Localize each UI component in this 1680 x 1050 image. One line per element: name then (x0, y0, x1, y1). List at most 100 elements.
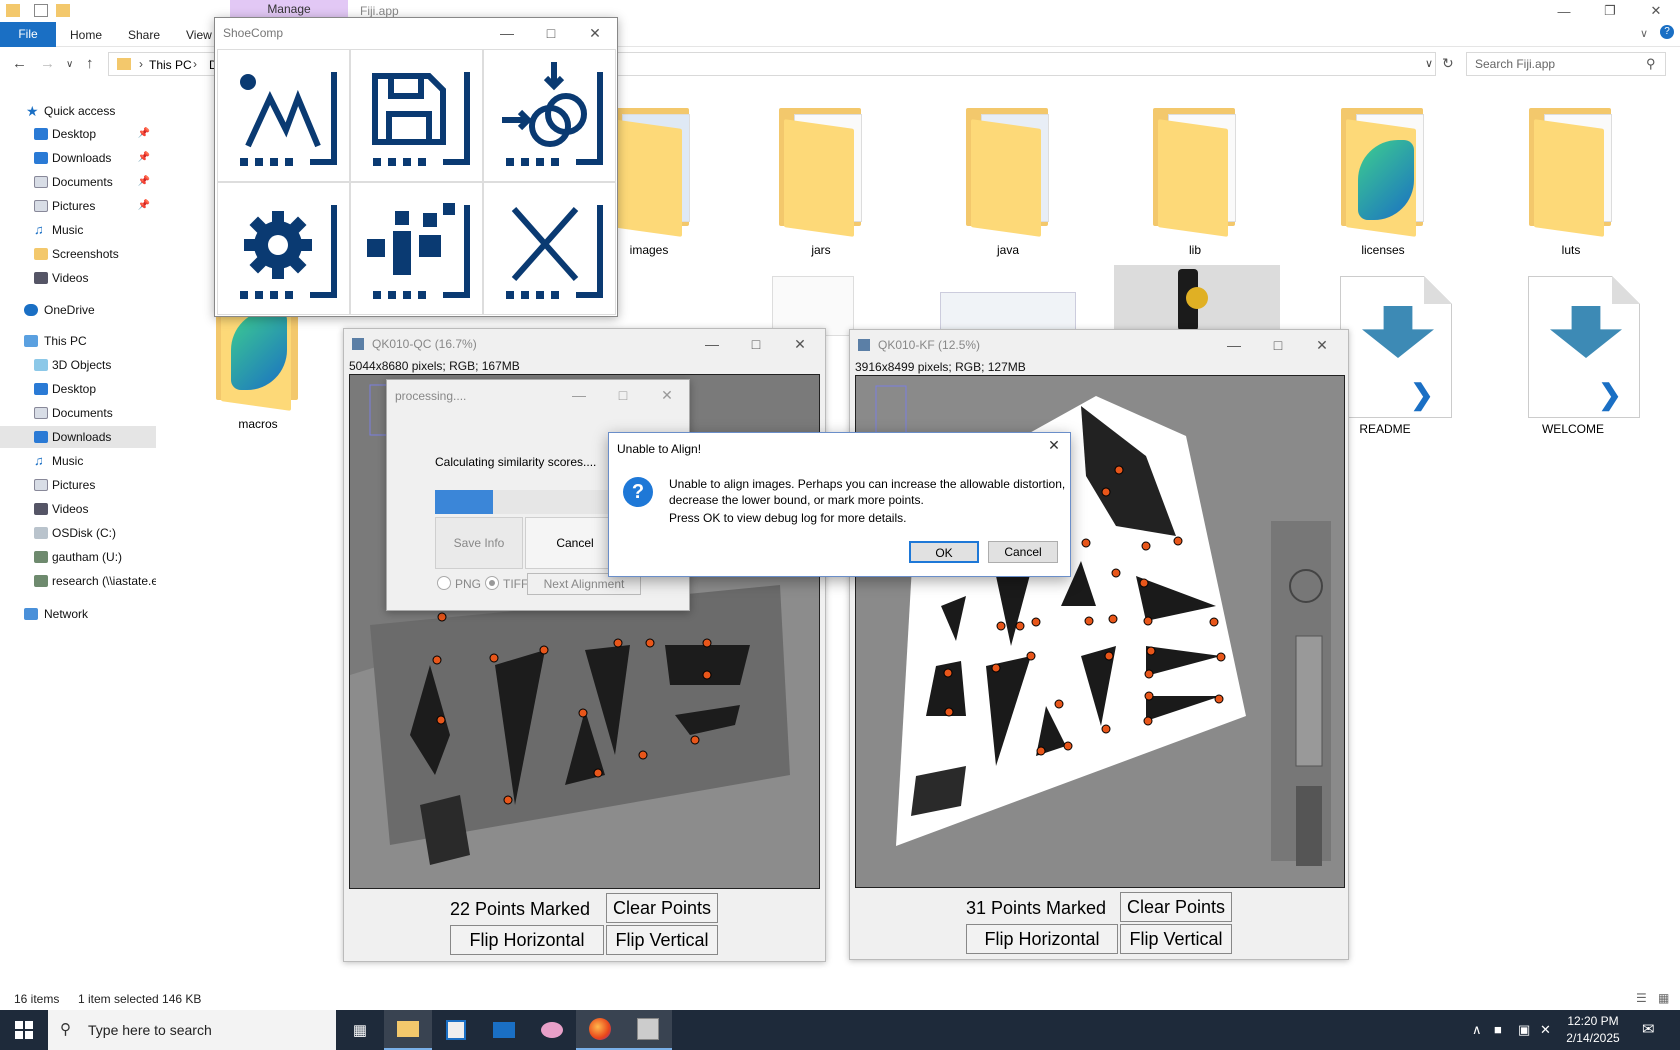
notifications-icon[interactable]: ✉ (1642, 1020, 1655, 1038)
selected-file-thumbnail[interactable] (1114, 265, 1280, 336)
point-marker[interactable] (1101, 724, 1111, 734)
minimize-button[interactable]: — (485, 18, 529, 48)
taskbar-firefox[interactable] (576, 1010, 624, 1050)
restore-button[interactable]: ❐ (1587, 0, 1633, 22)
point-marker[interactable] (1015, 621, 1025, 631)
mark-points-tool[interactable] (217, 49, 350, 182)
search-input[interactable]: Search Fiji.app (1466, 52, 1666, 76)
taskbar-fiji[interactable] (624, 1010, 672, 1050)
nav-quick-screenshots[interactable]: Screenshots (0, 243, 156, 265)
tiff-radio[interactable] (485, 576, 499, 590)
start-button[interactable] (0, 1010, 48, 1050)
network-tray-icon[interactable]: ▣ (1518, 1022, 1530, 1038)
point-marker[interactable] (1141, 541, 1151, 551)
details-view-icon[interactable]: ☰ (1636, 991, 1647, 1005)
minimize-button[interactable]: — (1541, 0, 1587, 22)
align-tool[interactable] (483, 49, 616, 182)
clear-points-button[interactable]: Clear Points (606, 893, 718, 923)
flip-vertical-button[interactable]: Flip Vertical (1120, 924, 1232, 954)
folder-lib[interactable]: lib (1120, 100, 1270, 265)
tray-expand-icon[interactable]: ∧ (1472, 1022, 1482, 1038)
point-marker[interactable] (1054, 699, 1064, 709)
point-marker[interactable] (944, 707, 954, 717)
nav-quick-videos[interactable]: Videos (0, 267, 156, 289)
breadcrumb-this-pc[interactable]: This PC (149, 58, 192, 72)
nav-pc-videos[interactable]: Videos (0, 498, 156, 520)
point-marker[interactable] (1111, 568, 1121, 578)
file-thumbnail[interactable] (772, 276, 854, 336)
nav-pc-downloads[interactable]: Downloads (0, 426, 156, 448)
point-marker[interactable] (613, 638, 623, 648)
taskbar-mail[interactable] (480, 1010, 528, 1050)
close-button[interactable]: ✕ (1300, 330, 1344, 360)
point-marker[interactable] (437, 612, 447, 622)
point-marker[interactable] (1101, 487, 1111, 497)
settings-tool[interactable] (217, 182, 350, 315)
nav-quick-downloads[interactable]: Downloads 📌 (0, 147, 156, 169)
point-marker[interactable] (1108, 614, 1118, 624)
large-icons-view-icon[interactable]: ▦ (1658, 991, 1669, 1005)
point-marker[interactable] (489, 653, 499, 663)
maximize-button[interactable]: □ (734, 329, 778, 359)
refresh-icon[interactable]: ↻ (1442, 55, 1454, 72)
folder-licenses[interactable]: licenses (1308, 100, 1458, 265)
save-tool[interactable] (350, 49, 483, 182)
manage-tab[interactable]: Manage (230, 0, 348, 18)
new-folder-icon[interactable] (56, 4, 70, 17)
minimize-button[interactable]: — (1212, 330, 1256, 360)
point-marker[interactable] (1026, 651, 1036, 661)
point-marker[interactable] (702, 670, 712, 680)
nav-onedrive[interactable]: OneDrive (0, 299, 156, 321)
png-radio[interactable] (437, 576, 451, 590)
maximize-button[interactable]: □ (601, 380, 645, 410)
close-button[interactable]: ✕ (1633, 0, 1679, 22)
point-marker[interactable] (996, 621, 1006, 631)
point-marker[interactable] (690, 735, 700, 745)
file-welcome[interactable]: ❯ WELCOME (1498, 266, 1648, 441)
close-button[interactable]: ✕ (1042, 437, 1066, 459)
point-marker[interactable] (432, 655, 442, 665)
maximize-button[interactable]: □ (1256, 330, 1300, 360)
nav-pc-research[interactable]: research (\\iastate.e (0, 570, 156, 592)
point-marker[interactable] (991, 663, 1001, 673)
point-marker[interactable] (593, 768, 603, 778)
maximize-button[interactable]: □ (529, 18, 573, 48)
address-dropdown-icon[interactable]: ∨ (1425, 57, 1433, 70)
tab-share[interactable]: Share (128, 28, 160, 42)
point-marker[interactable] (1216, 652, 1226, 662)
point-marker[interactable] (943, 668, 953, 678)
point-marker[interactable] (1143, 616, 1153, 626)
close-button[interactable]: ✕ (778, 329, 822, 359)
point-marker[interactable] (645, 638, 655, 648)
taskbar-clock[interactable]: 12:20 PM 2/14/2025 (1553, 1013, 1633, 1047)
point-marker[interactable] (1084, 616, 1094, 626)
point-marker[interactable] (1146, 646, 1156, 656)
nav-pc-documents[interactable]: Documents (0, 402, 156, 424)
ribbon-expand-icon[interactable]: ∨ (1640, 27, 1648, 40)
info-tool[interactable] (350, 182, 483, 315)
nav-quick-music[interactable]: ♫ Music (0, 219, 156, 241)
point-marker[interactable] (1104, 651, 1114, 661)
point-marker[interactable] (1114, 465, 1124, 475)
point-marker[interactable] (1144, 669, 1154, 679)
point-marker[interactable] (1063, 741, 1073, 751)
folder-luts[interactable]: luts (1496, 100, 1646, 265)
close-button[interactable]: ✕ (645, 380, 689, 410)
nav-pc-osdisk[interactable]: OSDisk (C:) (0, 522, 156, 544)
save-info-button[interactable]: Save Info (435, 517, 523, 569)
point-marker[interactable] (1209, 617, 1219, 627)
help-icon[interactable]: ? (1660, 25, 1674, 39)
point-marker[interactable] (1031, 617, 1041, 627)
tab-home[interactable]: Home (70, 28, 102, 42)
point-marker[interactable] (1173, 536, 1183, 546)
flip-horizontal-button[interactable]: Flip Horizontal (450, 925, 604, 955)
taskbar-store[interactable] (432, 1010, 480, 1050)
nav-this-pc[interactable]: This PC (0, 330, 156, 352)
taskbar-search[interactable]: ⚲ Type here to search (48, 1010, 336, 1050)
point-marker[interactable] (539, 645, 549, 655)
ok-button[interactable]: OK (909, 541, 979, 563)
back-icon[interactable]: ← (12, 55, 27, 72)
point-marker[interactable] (436, 715, 446, 725)
clear-points-button[interactable]: Clear Points (1120, 892, 1232, 922)
properties-icon[interactable] (34, 4, 48, 17)
